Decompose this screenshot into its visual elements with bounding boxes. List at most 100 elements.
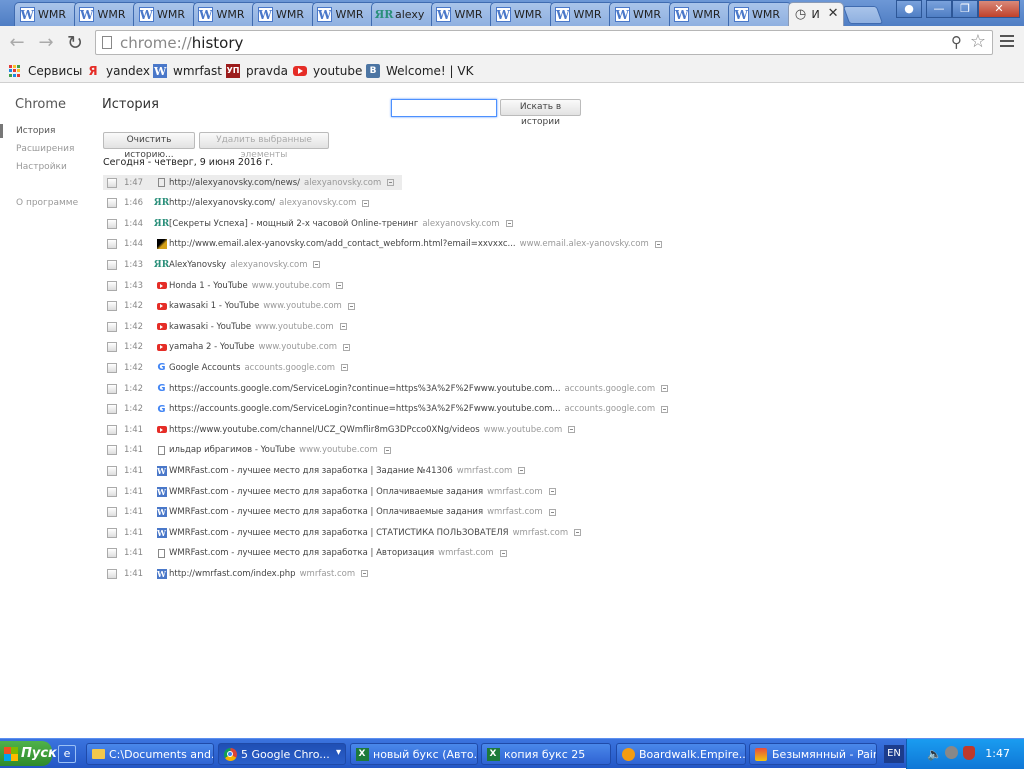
entry-title-link[interactable]: ильдар ибрагимов - YouTube (169, 445, 295, 455)
entry-checkbox[interactable] (107, 404, 117, 415)
entry-checkbox[interactable] (107, 198, 117, 209)
entry-menu-button[interactable] (339, 323, 347, 331)
volume-icon[interactable]: 🔈 (927, 747, 942, 761)
taskbar-item-3[interactable]: Xкопия букс 25 (481, 743, 611, 765)
entry-checkbox[interactable] (107, 527, 117, 538)
entry-menu-button[interactable] (336, 282, 344, 289)
taskbar-item-5[interactable]: Безымянный - Paint (749, 743, 877, 765)
entry-menu-button[interactable] (505, 220, 513, 228)
bookmark-yandex[interactable]: Яyandex (86, 63, 150, 79)
tab-13[interactable]: ◷ И ✕ (787, 2, 844, 26)
taskbar-item-0[interactable]: C:\Documents and... (86, 743, 214, 765)
group-dropdown-icon[interactable]: ▾ (336, 747, 341, 758)
entry-checkbox[interactable] (107, 362, 117, 373)
history-entry[interactable]: 1:41 ильдар ибрагимов - YouTube www.youtub… (103, 443, 391, 458)
entry-menu-button[interactable] (362, 199, 370, 207)
entry-title-link[interactable]: WMRFast.com - лучшее место для заработка… (169, 466, 453, 476)
taskbar-item-4[interactable]: Boardwalk.Empire.... (616, 743, 746, 765)
sidebar-item-history[interactable]: История (16, 126, 55, 136)
history-entry[interactable]: 1:42 G Google Accounts accounts.google.com (103, 360, 349, 375)
new-tab-button[interactable] (842, 6, 884, 24)
ie-icon[interactable]: e (58, 745, 76, 763)
tab-10[interactable]: W WMR (609, 2, 673, 26)
entry-title-link[interactable]: Honda 1 - YouTube (169, 281, 248, 291)
entry-checkbox[interactable] (107, 177, 117, 188)
entry-checkbox[interactable] (107, 280, 117, 291)
entry-menu-button[interactable] (568, 426, 576, 434)
tab-6[interactable]: ЯR alexy (371, 2, 435, 26)
tab-3[interactable]: W WMR (192, 2, 257, 26)
tab-2[interactable]: W WMR (133, 2, 197, 26)
remove-selected-button[interactable]: Удалить выбранные элементы (199, 132, 329, 160)
bookmark-сервисы[interactable]: Сервисы (8, 63, 82, 79)
taskbar-item-2[interactable]: Xновый букс (Авто... (350, 743, 478, 765)
entry-title-link[interactable]: https://accounts.google.com/ServiceLogin… (169, 384, 561, 394)
entry-checkbox[interactable] (107, 548, 117, 559)
entry-title-link[interactable]: http://wmrfast.com/index.php (169, 569, 296, 579)
language-indicator[interactable]: EN (884, 745, 904, 763)
bookmark-welcome-vk[interactable]: В Welcome! | VK (366, 63, 473, 79)
zoom-icon[interactable]: ⚲ (951, 33, 962, 51)
history-entry[interactable]: 1:42 Ghttps://accounts.google.com/Service… (103, 381, 669, 396)
close-window-button[interactable]: ✕ (978, 0, 1020, 18)
entry-menu-button[interactable] (387, 179, 395, 186)
history-entry[interactable]: 1:41 https://www.youtube.com/channel/UCZ_… (103, 422, 576, 437)
entry-title-link[interactable]: kawasaki 1 - YouTube (169, 301, 259, 311)
restore-button[interactable]: ❐ (952, 0, 978, 18)
entry-menu-button[interactable] (574, 529, 582, 537)
entry-menu-button[interactable] (313, 261, 321, 269)
bookmark-star-icon[interactable]: ☆ (970, 31, 986, 52)
entry-menu-button[interactable] (383, 446, 391, 454)
entry-title-link[interactable]: WMRFast.com - лучшее место для заработка… (169, 507, 483, 517)
entry-checkbox[interactable] (107, 486, 117, 497)
tab-11[interactable]: W WMR (668, 2, 733, 26)
search-history-button[interactable]: Искать в истории (500, 99, 581, 127)
tab-0[interactable]: W WMR (14, 2, 78, 26)
history-entry[interactable]: 1:41 W WMRFast.com - лучшее место для зара… (103, 505, 556, 520)
entry-title-link[interactable]: http://www.email.alex-yanovsky.com/add_c… (169, 239, 516, 249)
start-button[interactable]: Пуск (0, 741, 57, 766)
sidebar-item-settings[interactable]: Настройки (16, 162, 67, 172)
tab-7[interactable]: W WMR (430, 2, 495, 26)
history-entry[interactable]: 1:46 ЯR http://alexyanovsky.com/alexyanovs… (103, 196, 370, 211)
bookmark-pravda[interactable]: УП pravda (226, 63, 288, 79)
history-search-input[interactable] (391, 99, 497, 117)
entry-title-link[interactable]: [Секреты Успеха] - мощный 2-х часовой On… (169, 219, 418, 229)
entry-checkbox[interactable] (107, 445, 117, 456)
entry-title-link[interactable]: yamaha 2 - YouTube (169, 342, 254, 352)
history-entry[interactable]: 1:42 kawasaki 1 - YouTube www.youtube.com (103, 299, 355, 314)
entry-checkbox[interactable] (107, 259, 117, 270)
taskbar-item-1[interactable]: 5 Google Chro... ▾ (218, 743, 346, 765)
entry-title-link[interactable]: Google Accounts (169, 363, 240, 373)
history-entry[interactable]: 1:44 ЯR [Секреты Успеха] - мощный 2-х часо… (103, 216, 513, 231)
clear-history-button[interactable]: Очистить историю... (103, 132, 195, 160)
bookmark-wmrfast[interactable]: Wwmrfast (153, 63, 222, 79)
entry-title-link[interactable]: http://alexyanovsky.com/news/ (169, 178, 300, 188)
history-entry[interactable]: 1:41 W WMRFast.com - лучшее место для зара… (103, 463, 526, 478)
entry-title-link[interactable]: https://accounts.google.com/ServiceLogin… (169, 404, 561, 414)
entry-title-link[interactable]: http://alexyanovsky.com/ (169, 198, 275, 208)
menu-icon[interactable] (1000, 35, 1014, 50)
history-entry[interactable]: 1:42 yamaha 2 - YouTube www.youtube.com (103, 340, 351, 355)
entry-checkbox[interactable] (107, 218, 117, 229)
entry-checkbox[interactable] (107, 383, 117, 394)
entry-checkbox[interactable] (107, 342, 117, 353)
sidebar-item-extensions[interactable]: Расширения (16, 144, 74, 154)
tab-9[interactable]: W WMR (549, 2, 614, 26)
entry-checkbox[interactable] (107, 507, 117, 518)
entry-menu-button[interactable] (661, 405, 669, 413)
entry-title-link[interactable]: WMRFast.com - лучшее место для заработка… (169, 487, 483, 497)
close-tab-icon[interactable]: ✕ (828, 6, 839, 21)
history-entry[interactable]: 1:41 W WMRFast.com - лучшее место для зара… (103, 525, 582, 540)
entry-title-link[interactable]: WMRFast.com - лучшее место для заработка… (169, 548, 434, 558)
tray-app-icon[interactable] (945, 746, 958, 759)
entry-title-link[interactable]: https://www.youtube.com/channel/UCZ_QWmf… (169, 425, 480, 435)
entry-checkbox[interactable] (107, 568, 117, 579)
tab-12[interactable]: W WMR (728, 2, 792, 26)
entry-title-link[interactable]: WMRFast.com - лучшее место для заработка… (169, 528, 509, 538)
entry-menu-button[interactable] (661, 385, 669, 392)
entry-title-link[interactable]: AlexYanovsky (169, 260, 226, 270)
reload-button[interactable]: ↻ (64, 32, 86, 54)
history-entry[interactable]: 1:47 http://alexyanovsky.com/news/alexyan… (103, 175, 403, 190)
entry-menu-button[interactable] (361, 570, 369, 578)
